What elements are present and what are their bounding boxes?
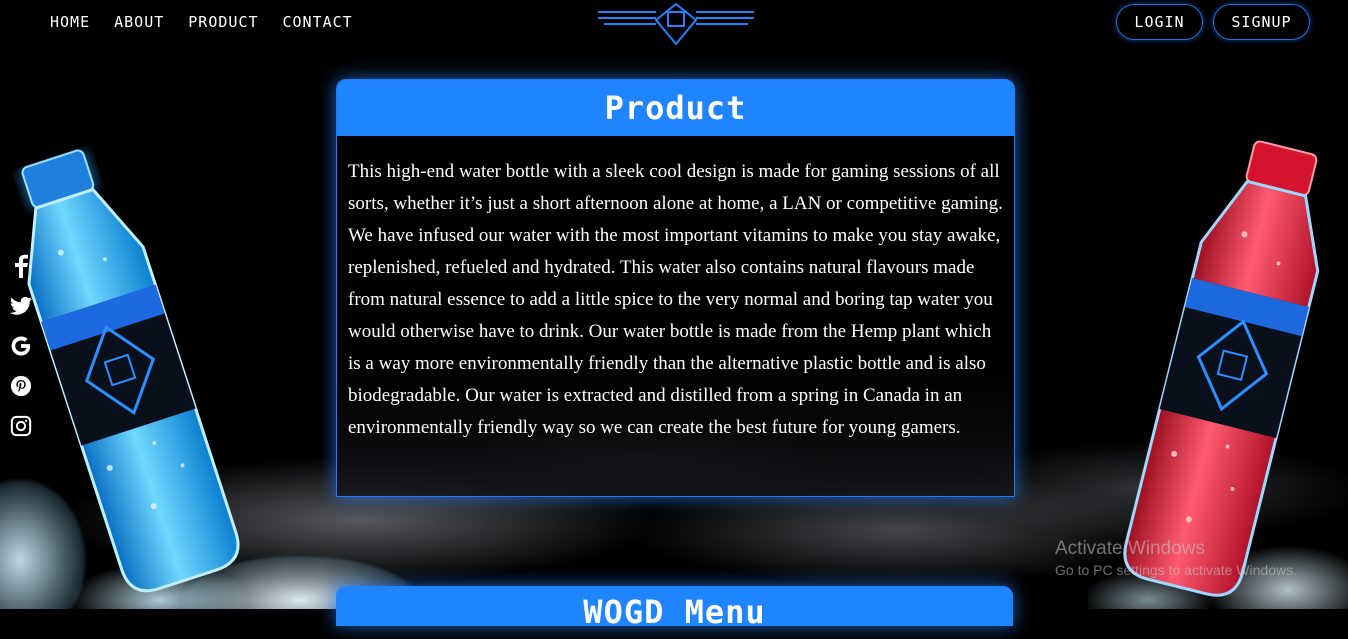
product-title: Product (604, 89, 747, 127)
nav-home-link[interactable]: HOME (50, 12, 90, 32)
menu-title: WOGD Menu (583, 593, 766, 631)
google-icon[interactable] (8, 326, 34, 366)
twitter-icon[interactable] (8, 286, 34, 326)
pinterest-icon[interactable] (8, 366, 34, 406)
instagram-icon[interactable] (8, 406, 34, 446)
product-card-header: Product (337, 80, 1014, 136)
signup-button[interactable]: SIGNUP (1213, 4, 1310, 40)
nav-about-link[interactable]: ABOUT (114, 12, 164, 32)
nav-product-link[interactable]: PRODUCT (188, 12, 258, 32)
site-logo[interactable] (596, 2, 756, 46)
product-description: This high-end water bottle with a sleek … (348, 161, 1003, 438)
auth-buttons: LOGIN SIGNUP (1116, 4, 1310, 40)
blue-bottle-image (18, 149, 240, 593)
watermark-title: Activate Windows (1055, 538, 1205, 559)
product-card: Product This high-end water bottle with … (336, 79, 1015, 497)
main-nav: HOME ABOUT PRODUCT CONTACT (50, 12, 353, 32)
menu-card-header: WOGD Menu (336, 586, 1013, 631)
facebook-icon[interactable] (8, 246, 34, 286)
activate-windows-watermark: Activate Windows Go to PC settings to ac… (1055, 538, 1297, 580)
login-button[interactable]: LOGIN (1116, 4, 1203, 40)
social-links (8, 246, 34, 446)
nav-contact-link[interactable]: CONTACT (283, 12, 353, 32)
watermark-subtitle: Go to PC settings to activate Windows. (1055, 562, 1297, 578)
